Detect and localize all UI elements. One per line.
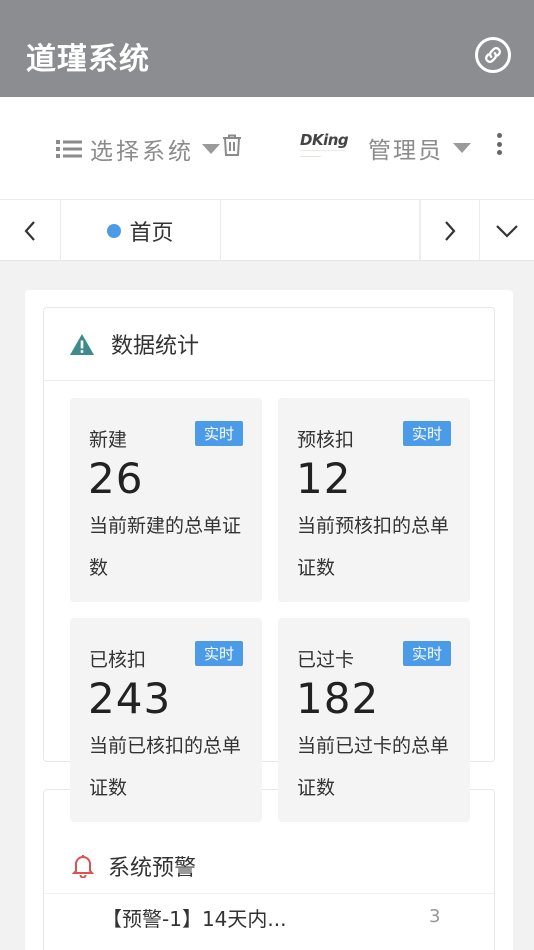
trash-icon[interactable] [222, 134, 242, 160]
stat-tile-passed[interactable]: 已过卡 实时 182 当前已过卡的总单证数 [278, 618, 470, 822]
active-dot [107, 223, 122, 238]
brand-logo-tagline-2: ——————— [300, 155, 321, 159]
tab-home[interactable]: 首页 [61, 200, 221, 261]
stat-tile-desc: 当前新建的总单证数 [89, 515, 242, 579]
app-title: 道瑾系统 [26, 42, 150, 77]
chevron-down-icon [202, 144, 220, 154]
brand-logo-tagline: ——————————————— [300, 149, 345, 153]
system-select[interactable]: 选择系统 [56, 132, 220, 166]
tab-next-button[interactable] [420, 200, 480, 261]
toolbar: 选择系统 DKing ——————————————— ——————— 管理员 [0, 97, 534, 200]
tab-home-label: 首页 [129, 220, 174, 246]
chevron-down-icon [453, 143, 471, 153]
realtime-badge: 实时 [402, 641, 451, 666]
user-menu-label: 管理员 [368, 138, 443, 164]
alert-item[interactable]: 【预警-1】14天内... [102, 903, 452, 932]
stats-card-title: 数据统计 [111, 334, 200, 359]
alert-card-header: 系统预警 [44, 838, 494, 894]
stat-tile-pre-deduct[interactable]: 预核扣 实时 12 当前预核扣的总单证数 [278, 398, 470, 602]
stat-tile-desc: 当前已核扣的总单证数 [89, 735, 242, 799]
stat-tile-name: 新建 [89, 429, 128, 451]
more-vertical-icon[interactable] [496, 133, 502, 155]
realtime-badge: 实时 [194, 421, 243, 446]
list-icon [56, 139, 82, 159]
user-menu[interactable]: 管理员 [368, 131, 471, 165]
realtime-badge: 实时 [402, 421, 451, 446]
tab-prev-button[interactable] [0, 200, 61, 261]
tab-bar: 首页 [0, 200, 534, 261]
page: 道瑾系统 选择系统 DKing ——————————————— ——————— … [0, 0, 534, 950]
stat-tile-new[interactable]: 新建 实时 26 当前新建的总单证数 [70, 398, 262, 602]
bell-icon [72, 854, 94, 878]
stat-tile-value: 182 [296, 674, 380, 723]
app-header: 道瑾系统 [0, 0, 534, 97]
brand-logo-text: DKing [300, 131, 349, 149]
brand-logo: DKing ——————————————— ——————— [300, 131, 352, 171]
tab-strip-empty [221, 200, 420, 261]
stats-card-header: 数据统计 [44, 308, 494, 381]
stat-tile-name: 已核扣 [89, 649, 147, 671]
link-icon[interactable] [475, 37, 511, 73]
alert-card-title: 系统预警 [108, 855, 197, 881]
chevron-right-icon [445, 220, 456, 241]
chevron-down-icon [496, 224, 518, 238]
stat-tile-desc: 当前已过卡的总单证数 [297, 735, 450, 799]
stat-tile-name: 预核扣 [297, 429, 355, 451]
system-select-label: 选择系统 [90, 139, 194, 165]
stat-tile-desc: 当前预核扣的总单证数 [297, 515, 450, 579]
stat-tile-value: 243 [88, 674, 172, 723]
tab-dropdown-button[interactable] [480, 200, 534, 261]
stat-tile-name: 已过卡 [297, 649, 355, 671]
chevron-left-icon [24, 220, 35, 241]
warning-icon [70, 333, 94, 355]
alert-item-count: 3 [429, 906, 441, 927]
stat-tile-deducted[interactable]: 已核扣 实时 243 当前已核扣的总单证数 [70, 618, 262, 822]
stat-tile-value: 12 [296, 454, 352, 503]
realtime-badge: 实时 [194, 641, 243, 666]
stat-tile-value: 26 [88, 454, 144, 503]
